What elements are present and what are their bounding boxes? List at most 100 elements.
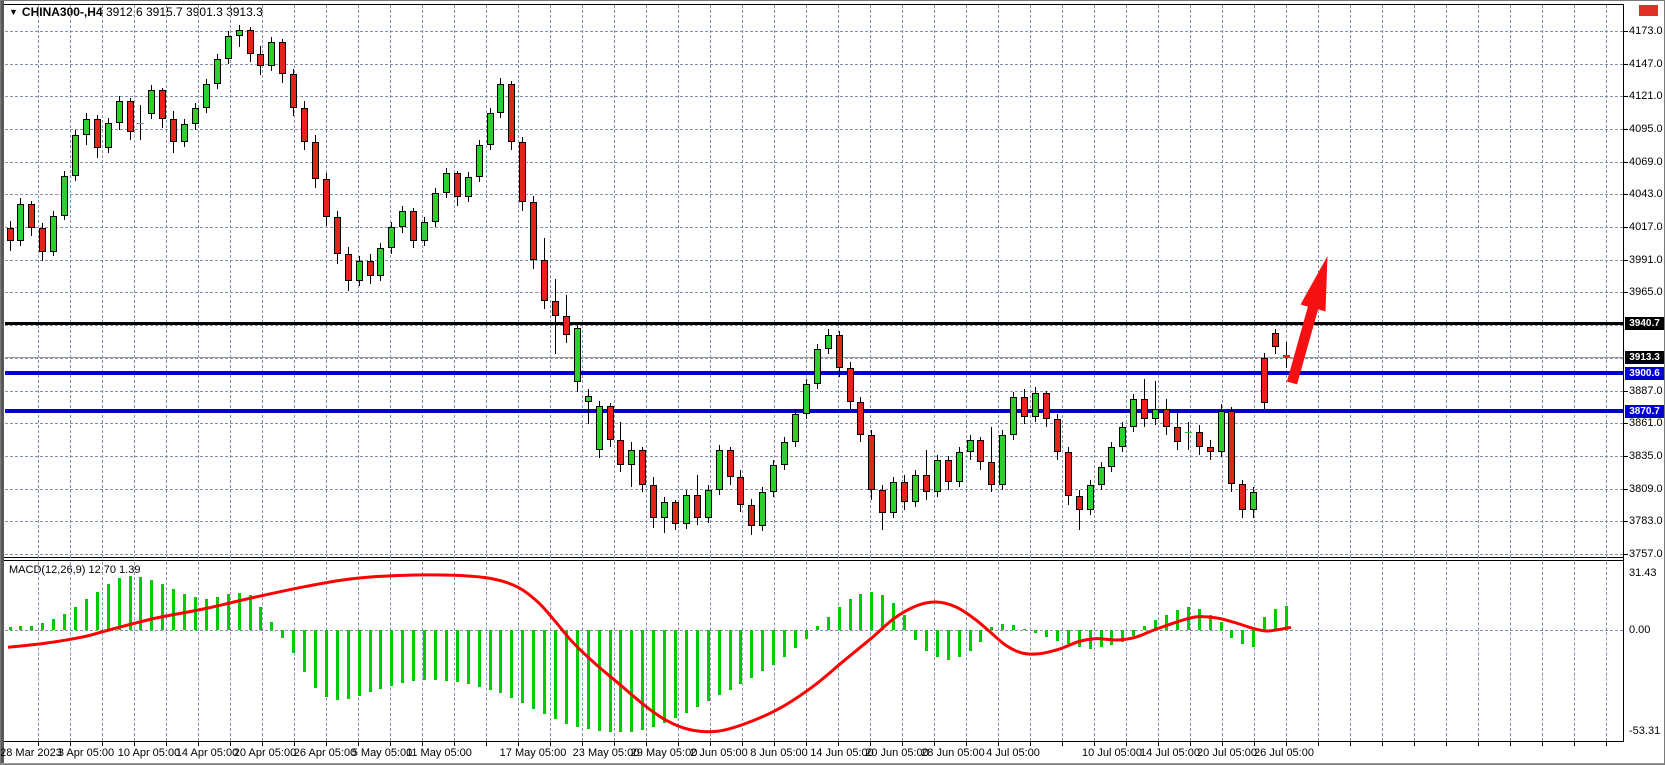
date-tick (1510, 742, 1511, 746)
candle-bull (967, 440, 974, 453)
macd-histogram-bar (990, 627, 993, 630)
gridline-vertical-macd (230, 562, 231, 741)
candle-bull (61, 176, 68, 216)
price-chart-canvas[interactable] (4, 4, 1623, 557)
candle-bull (890, 482, 897, 512)
gridline-vertical-macd (550, 562, 551, 741)
macd-histogram-bar (107, 584, 110, 630)
macd-histogram-bar (543, 630, 546, 714)
macd-histogram-bar (129, 576, 132, 630)
macd-panel-canvas[interactable] (4, 561, 1623, 741)
macd-histogram-bar (139, 577, 142, 630)
date-label: 10 Jul 05:00 (1082, 747, 1142, 759)
date-label: 11 May 05:00 (406, 747, 472, 759)
macd-histogram-bar (41, 623, 44, 630)
level-line-3870.7[interactable] (5, 409, 1623, 413)
date-tick (1222, 742, 1223, 746)
gridline-vertical-macd (262, 562, 263, 741)
gridline-vertical (710, 5, 711, 558)
date-tick (774, 742, 775, 746)
candle-bear (1076, 496, 1083, 510)
candle-bear (901, 482, 908, 502)
gridline-vertical (1606, 5, 1607, 558)
candle-bear (28, 204, 35, 228)
gridline-vertical-macd (1126, 562, 1127, 741)
macd-histogram-bar (30, 626, 33, 630)
candle-bull (1185, 432, 1192, 433)
gridline-horizontal (5, 489, 1623, 490)
candle-bull (792, 414, 799, 442)
macd-histogram-bar (489, 630, 492, 690)
macd-histogram-bar (194, 597, 197, 630)
gridline-vertical-macd (1190, 562, 1191, 741)
candle-wick (239, 25, 240, 48)
candle-bull (72, 135, 79, 175)
price-tick-label: 3835.0 (1629, 450, 1663, 462)
gridline-vertical-macd (198, 562, 199, 741)
gridline-vertical-macd (1574, 562, 1575, 741)
macd-histogram-bar (859, 594, 862, 630)
date-tick (1254, 742, 1255, 746)
macd-histogram-bar (1067, 630, 1070, 644)
date-tick (198, 742, 199, 746)
price-axis-line (1623, 4, 1624, 742)
gridline-vertical (1318, 5, 1319, 558)
candle-bear (1174, 427, 1181, 442)
date-tick (1318, 742, 1319, 746)
macd-histogram-bar (238, 593, 241, 630)
gridline-vertical-macd (70, 562, 71, 741)
macd-histogram-bar (303, 630, 306, 672)
date-tick (678, 742, 679, 746)
date-tick (102, 742, 103, 746)
macd-histogram-bar (1045, 630, 1048, 637)
macd-histogram-bar (969, 630, 972, 651)
candle-bull (377, 248, 384, 276)
gridline-vertical (454, 5, 455, 558)
date-tick (262, 742, 263, 746)
candle-bear (170, 119, 177, 142)
macd-histogram-bar (183, 594, 186, 630)
level-line-3940.7[interactable] (5, 322, 1623, 325)
candle-bear (323, 179, 330, 217)
gridline-vertical-macd (486, 562, 487, 741)
macd-histogram-bar (674, 630, 677, 718)
macd-histogram-bar (510, 630, 513, 698)
gridline-vertical-macd (1606, 562, 1607, 741)
macd-histogram-bar (85, 599, 88, 630)
candle-bull (432, 193, 439, 222)
macd-histogram-bar (870, 592, 873, 630)
macd-histogram-bar (412, 630, 415, 681)
gridline-vertical-macd (166, 562, 167, 741)
candle-bear (857, 402, 864, 435)
price-tick-label: 3757.0 (1629, 548, 1663, 560)
candle-bear (127, 101, 134, 131)
gridline-vertical (1286, 5, 1287, 558)
candle-bull (17, 204, 24, 240)
date-label: 20 Jul 05:00 (1197, 747, 1257, 759)
gridline-vertical-macd (1158, 562, 1159, 741)
date-tick (1062, 742, 1063, 746)
macd-histogram-bar (532, 630, 535, 709)
date-tick (422, 742, 423, 746)
alert-marker (1639, 5, 1658, 16)
macd-histogram-bar (379, 630, 382, 689)
macd-histogram-bar (609, 630, 612, 732)
gridline-vertical (678, 5, 679, 558)
gridline-vertical (1574, 5, 1575, 558)
candle-bear (607, 406, 614, 440)
macd-histogram-bar (205, 599, 208, 630)
macd-histogram-bar (227, 594, 230, 630)
date-tick (870, 742, 871, 746)
gridline-vertical (1414, 5, 1415, 558)
gridline-vertical (966, 5, 967, 558)
gridline-vertical-macd (1382, 562, 1383, 741)
gridline-vertical (1030, 5, 1031, 558)
candle-bull (1087, 485, 1094, 510)
date-tick (1414, 742, 1415, 746)
date-label: 20 Jun 05:00 (865, 747, 929, 759)
macd-histogram-bar (172, 589, 175, 630)
candle-bear (1141, 399, 1148, 419)
date-tick (1478, 742, 1479, 746)
date-tick (1126, 742, 1127, 746)
macd-histogram-bar (499, 630, 502, 693)
